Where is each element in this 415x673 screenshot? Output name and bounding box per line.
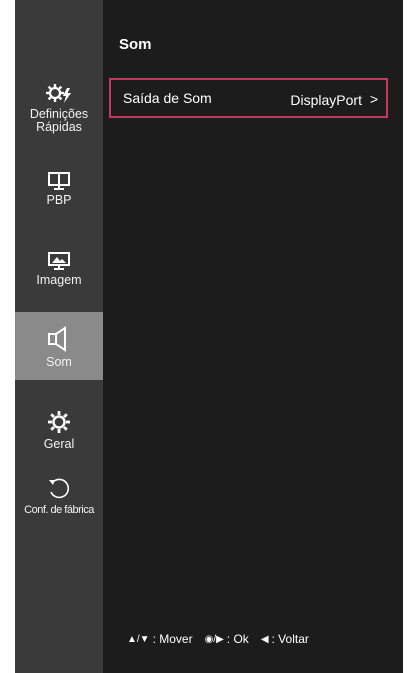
sidebar-item-label: Definições Rápidas <box>29 107 89 134</box>
sound-output-row[interactable]: Saída de Som DisplayPort > <box>109 78 388 118</box>
sidebar-item-quick-settings[interactable]: Definições Rápidas <box>15 82 103 154</box>
reset-icon <box>49 478 70 499</box>
quick-settings-icon <box>46 84 71 103</box>
sidebar-item-factory-reset[interactable]: Conf. de fábrica <box>15 476 103 526</box>
sidebar-item-label: Imagem <box>36 273 82 287</box>
sound-output-label: Saída de Som <box>123 90 212 106</box>
sidebar-item-label: PBP <box>46 193 72 207</box>
chevron-right-icon: > <box>369 91 378 107</box>
gear-icon <box>48 411 70 433</box>
sidebar-item-general[interactable]: Geral <box>15 410 103 460</box>
sidebar-item-label: Som <box>46 355 72 369</box>
pbp-icon <box>48 172 70 190</box>
osd-menu: Definições Rápidas PBP Imagem Som Geral … <box>15 0 403 673</box>
speaker-icon <box>48 326 66 352</box>
hint-back: ◀ : Voltar <box>261 632 309 646</box>
image-icon <box>48 252 70 270</box>
sidebar: Definições Rápidas PBP Imagem Som Geral … <box>15 0 103 673</box>
sidebar-item-label: Geral <box>43 437 75 451</box>
hint-ok-label: : Ok <box>226 632 249 646</box>
sidebar-item-pbp[interactable]: PBP <box>15 172 103 222</box>
control-hints: ▲/▼ : Mover ◉/▶ : Ok ◀ : Voltar <box>127 632 309 646</box>
hint-move-label: : Mover <box>152 632 193 646</box>
ok-right-icon: ◉/▶ <box>204 633 224 645</box>
hint-ok: ◉/▶ : Ok <box>205 632 249 646</box>
sidebar-item-label: Conf. de fábrica <box>24 504 94 516</box>
up-down-arrows-icon: ▲/▼ <box>127 633 150 645</box>
left-arrow-icon: ◀ <box>260 633 269 645</box>
main-panel: Som Saída de Som DisplayPort > ▲/▼ : Mov… <box>103 0 403 673</box>
hint-back-label: : Voltar <box>271 632 309 646</box>
sidebar-item-sound[interactable]: Som <box>15 312 103 380</box>
page-title: Som <box>119 36 152 53</box>
hint-move: ▲/▼ : Mover <box>127 632 193 646</box>
sound-output-value: DisplayPort <box>290 92 362 108</box>
sidebar-item-image[interactable]: Imagem <box>15 252 103 302</box>
